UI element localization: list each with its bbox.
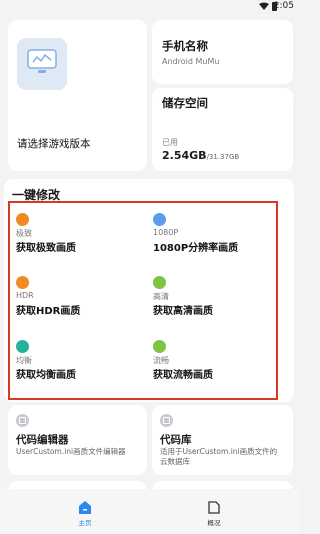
option-smooth[interactable]: 流畅 获取流畅画质 [149,338,277,384]
code-library-desc: 适用于UserCustom.ini画质文件的云数据库 [160,447,278,466]
option-name: 获取流畅画质 [153,370,213,381]
option-tag: 均衡 [16,356,32,365]
storage-used: 2.54GB [162,149,207,162]
ultra-icon [16,213,29,226]
storage-value: 2.54GB/31.37GB [162,149,239,162]
quick-modify-card: 一键修改 极致 获取极致画质 1080P 1080P分辨率画质 HDR 获取HD… [4,179,294,402]
hdr-icon [16,276,29,289]
code-editor-card[interactable]: 代码编辑器 UserCustom.ini画质文件编辑器 [8,405,147,475]
option-tag: 流畅 [153,356,169,365]
game-version-label: 请选择游戏版本 [17,138,91,150]
status-bar: 2:05 [0,0,300,14]
option-1080p[interactable]: 1080P 1080P分辨率画质 [149,211,277,257]
option-tag: HDR [16,291,34,300]
code-editor-title: 代码编辑器 [16,434,69,446]
status-time: 2:05 [273,1,294,11]
option-tag: 极致 [16,229,32,238]
storage-used-label: 已用 [162,138,178,147]
code-library-card[interactable]: 代码库 适用于UserCustom.ini画质文件的云数据库 [152,405,293,475]
nav-overview-label: 概况 [207,519,221,527]
1080p-icon [153,213,166,226]
document-icon [208,501,220,514]
option-balanced[interactable]: 均衡 获取均衡画质 [12,338,140,384]
nav-home-label: 主页 [78,519,92,527]
option-name: 获取HDR画质 [16,306,81,317]
option-name: 获取均衡画质 [16,370,76,381]
option-tag: 1080P [153,228,179,237]
storage-title: 储存空间 [162,96,208,110]
game-thumbnail-icon [17,38,67,90]
phone-name-title: 手机名称 [162,39,208,53]
hd-icon [153,276,166,289]
option-hd[interactable]: 高清 获取高清画质 [149,274,277,320]
option-name: 获取极致画质 [16,243,76,254]
phone-name-card: 手机名称 Android MuMu [152,20,293,84]
nav-home[interactable]: 主页 [65,498,105,528]
smooth-icon [153,340,166,353]
game-version-card[interactable]: 请选择游戏版本 [8,20,147,171]
home-icon [79,501,91,514]
option-ultra[interactable]: 极致 获取极致画质 [12,211,140,257]
option-name: 1080P分辨率画质 [153,243,239,254]
code-library-title: 代码库 [160,434,192,446]
phone-device-name: Android MuMu [162,57,220,66]
wifi-icon [259,2,269,10]
balanced-icon [16,340,29,353]
storage-card: 储存空间 已用 2.54GB/31.37GB [152,88,293,171]
nav-overview[interactable]: 概况 [194,498,234,528]
options-highlight-box: 极致 获取极致画质 1080P 1080P分辨率画质 HDR 获取HDR画质 高… [8,201,278,400]
code-library-icon [160,414,173,427]
option-tag: 高清 [153,292,169,301]
code-editor-icon [16,414,29,427]
storage-total: /31.37GB [206,153,240,161]
bottom-navigation: 主页 概况 [0,489,300,534]
option-name: 获取高清画质 [153,306,213,317]
code-editor-desc: UserCustom.ini画质文件编辑器 [16,447,126,456]
option-hdr[interactable]: HDR 获取HDR画质 [12,274,140,320]
